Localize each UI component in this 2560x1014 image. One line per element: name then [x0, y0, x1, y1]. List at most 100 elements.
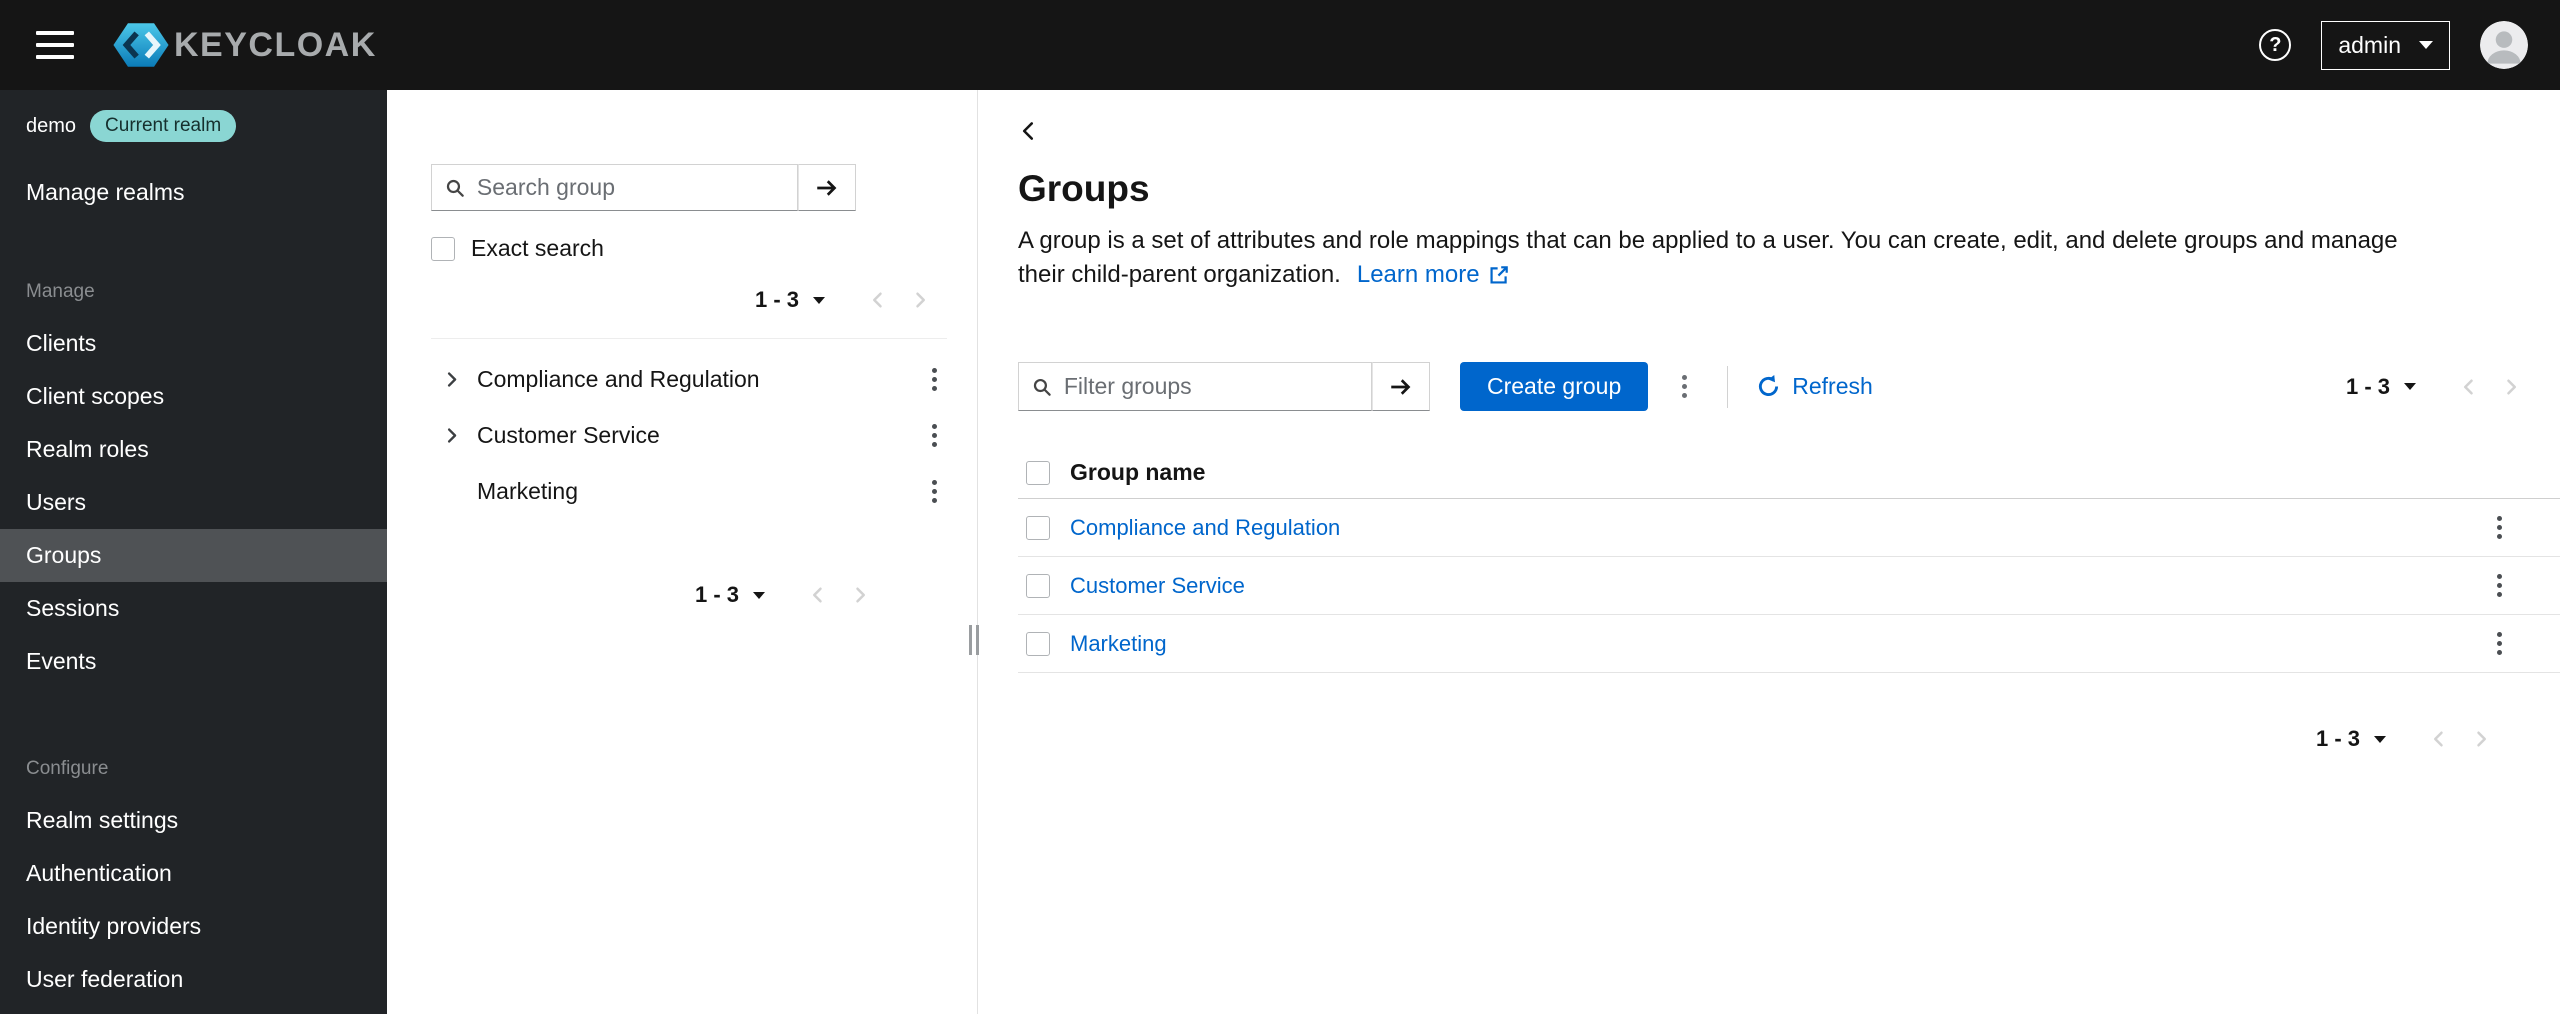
caret-down-icon	[813, 296, 825, 304]
pagination-menu-toggle[interactable]: 1 - 3	[755, 287, 825, 313]
next-page-button[interactable]	[899, 280, 941, 320]
row-checkbox[interactable]	[1026, 631, 1050, 656]
caret-down-icon	[2404, 383, 2416, 390]
next-page-button[interactable]	[839, 575, 881, 615]
tree-item-marketing: Marketing	[431, 463, 947, 519]
sidebar-section-manage: Manage Clients Client scopes Realm roles…	[0, 281, 387, 688]
exact-search-label: Exact search	[471, 235, 604, 261]
kebab-icon	[2497, 632, 2502, 637]
search-group-input[interactable]	[476, 174, 784, 201]
search-submit-button[interactable]	[798, 164, 856, 211]
hamburger-icon	[36, 43, 74, 47]
kebab-icon	[2497, 574, 2502, 579]
pagination-menu-toggle[interactable]: 1 - 3	[2346, 374, 2416, 400]
tree-pagination-bottom: 1 - 3	[431, 575, 947, 615]
exact-search-checkbox[interactable]	[431, 236, 455, 261]
tree-item-compliance-and-regulation: Compliance and Regulation	[431, 351, 947, 407]
toolbar-kebab-button[interactable]	[1672, 367, 1697, 406]
group-search-input-wrap	[431, 164, 798, 211]
groups-toolbar: Create group Refresh 1 - 3	[1018, 362, 2560, 411]
sidebar-item-realm-settings[interactable]: Realm settings	[0, 794, 387, 847]
prev-page-button[interactable]	[857, 280, 899, 320]
create-group-button[interactable]: Create group	[1460, 362, 1649, 411]
collapse-panel-button[interactable]	[1014, 116, 1044, 146]
keycloak-logo: KEYCLOAK	[112, 16, 377, 74]
tree-panel-header: Exact search 1 - 3	[431, 164, 947, 339]
pagination-menu-toggle[interactable]: 1 - 3	[2316, 726, 2386, 752]
tree-item-label[interactable]: Compliance and Regulation	[477, 366, 922, 393]
page-description: A group is a set of attributes and role …	[1018, 224, 2418, 292]
kebab-menu-button[interactable]	[2487, 508, 2512, 547]
sidebar-item-sessions[interactable]: Sessions	[0, 582, 387, 635]
prev-page-button[interactable]	[797, 575, 839, 615]
sidebar-item-client-scopes[interactable]: Client scopes	[0, 370, 387, 423]
groups-table: Group name Compliance and Regulation Cus…	[1018, 447, 2560, 673]
search-icon	[1033, 378, 1051, 396]
kebab-menu-button[interactable]	[922, 416, 947, 455]
expand-toggle-button[interactable]	[433, 417, 469, 453]
avatar[interactable]	[2480, 21, 2528, 69]
row-checkbox[interactable]	[1026, 515, 1050, 540]
sidebar-item-authentication[interactable]: Authentication	[0, 847, 387, 900]
page-title: Groups	[1018, 168, 1150, 209]
group-link[interactable]: Compliance and Regulation	[1070, 515, 1340, 541]
tree-item-label[interactable]: Marketing	[477, 478, 922, 505]
sidebar-item-realm-roles[interactable]: Realm roles	[0, 423, 387, 476]
sidebar-item-users[interactable]: Users	[0, 476, 387, 529]
panel-drag-handle[interactable]	[969, 625, 979, 655]
help-button[interactable]: ?	[2259, 29, 2292, 61]
table-pagination-top: 1 - 3	[2346, 367, 2532, 407]
exact-search-row: Exact search	[431, 235, 947, 262]
chevron-right-icon	[856, 587, 865, 603]
kebab-menu-button[interactable]	[2487, 566, 2512, 605]
sidebar-item-clients[interactable]: Clients	[0, 317, 387, 370]
tree-item-label[interactable]: Customer Service	[477, 422, 922, 449]
realm-name: demo	[26, 114, 77, 137]
chevron-down-icon	[2419, 41, 2433, 49]
chevron-right-icon	[2507, 379, 2516, 394]
user-menu-dropdown[interactable]: admin	[2321, 20, 2450, 70]
tree-item-customer-service: Customer Service	[431, 407, 947, 463]
sidebar-item-identity-providers[interactable]: Identity providers	[0, 900, 387, 953]
sidebar-item-manage-realms[interactable]: Manage realms	[0, 166, 387, 219]
avatar-icon	[2480, 21, 2528, 69]
next-page-button[interactable]	[2460, 719, 2502, 759]
select-all-checkbox[interactable]	[1026, 460, 1050, 485]
table-row: Compliance and Regulation	[1018, 499, 2560, 557]
nav-toggle-button[interactable]	[28, 17, 84, 73]
filter-groups-input[interactable]	[1063, 373, 1358, 400]
kebab-icon	[1682, 375, 1688, 380]
row-checkbox[interactable]	[1026, 573, 1050, 598]
keycloak-logo-icon	[113, 23, 169, 67]
sidebar-item-groups[interactable]: Groups	[0, 529, 387, 582]
kebab-icon	[2497, 516, 2502, 521]
chevron-right-icon	[447, 427, 456, 443]
chevron-left-icon	[2464, 379, 2473, 394]
group-search	[431, 164, 856, 211]
hamburger-icon	[36, 55, 74, 59]
filter-submit-button[interactable]	[1372, 362, 1430, 411]
current-realm[interactable]: demo Current realm	[0, 100, 387, 152]
expand-toggle-button[interactable]	[433, 361, 469, 397]
kebab-menu-button[interactable]	[922, 360, 947, 399]
chevron-left-icon	[1022, 122, 1033, 140]
sidebar-item-events[interactable]: Events	[0, 635, 387, 688]
filter-input-wrap	[1018, 362, 1372, 411]
kebab-menu-button[interactable]	[2487, 624, 2512, 663]
chevron-right-icon	[447, 371, 456, 387]
group-link[interactable]: Marketing	[1070, 631, 1167, 657]
sidebar-item-user-federation[interactable]: User federation	[0, 953, 387, 1006]
learn-more-link[interactable]: Learn more	[1357, 258, 1510, 292]
refresh-button[interactable]: Refresh	[1756, 373, 1873, 400]
pagination-menu-toggle[interactable]: 1 - 3	[695, 582, 765, 608]
chevron-left-icon	[873, 292, 882, 308]
sidebar-nav: demo Current realm Manage realms Manage …	[0, 90, 387, 1014]
prev-page-button[interactable]	[2418, 719, 2460, 759]
group-link[interactable]: Customer Service	[1070, 573, 1245, 599]
panel-split-divider[interactable]	[977, 56, 978, 1014]
next-page-button[interactable]	[2490, 367, 2532, 407]
masthead-right: ? admin	[2259, 20, 2528, 70]
prev-page-button[interactable]	[2448, 367, 2490, 407]
table-pagination-bottom: 1 - 3	[1018, 719, 2560, 759]
kebab-menu-button[interactable]	[922, 472, 947, 511]
